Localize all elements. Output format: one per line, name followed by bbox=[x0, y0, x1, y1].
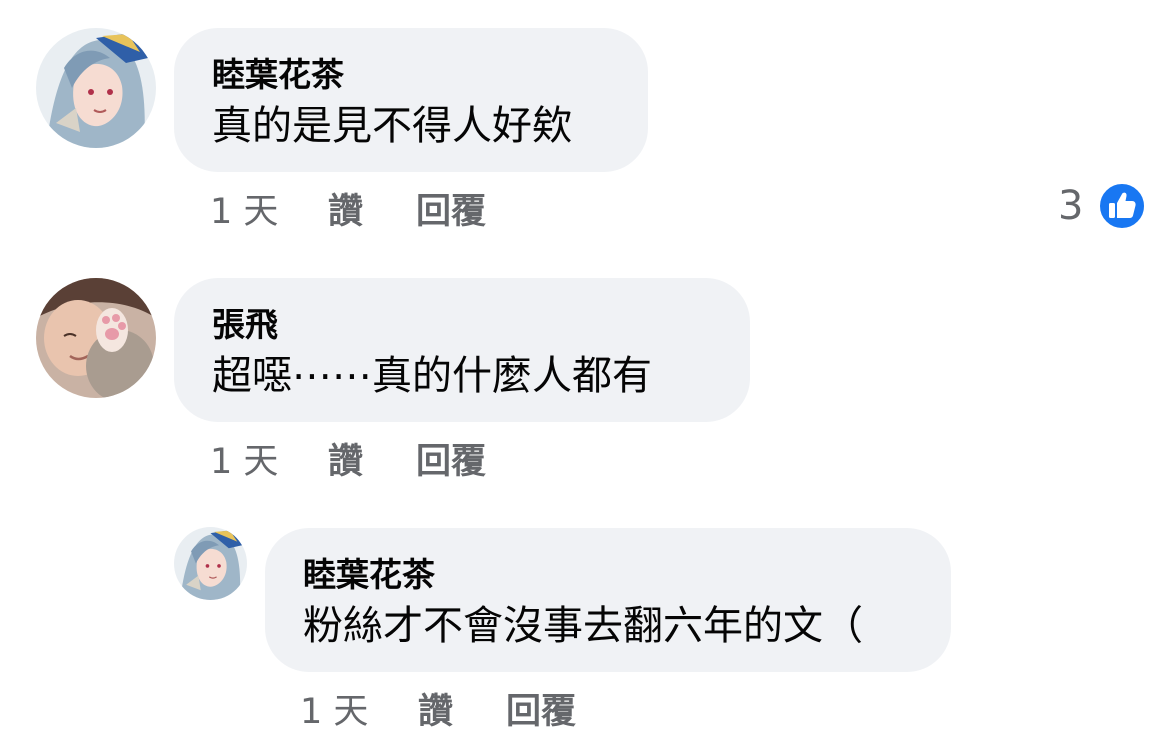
reply-button[interactable]: 回覆 bbox=[416, 442, 486, 482]
avatar-image bbox=[36, 278, 156, 398]
comment-author[interactable]: 睦葉花茶 bbox=[212, 55, 344, 95]
like-button[interactable]: 讚 bbox=[418, 692, 453, 732]
reply-comment: 睦葉花茶 粉絲才不會沒事去翻六年的文（ 1 天 讚 回覆 bbox=[0, 500, 1170, 733]
comment-bubble: 睦葉花茶 粉絲才不會沒事去翻六年的文（ bbox=[265, 528, 951, 672]
avatar-image bbox=[174, 527, 247, 600]
comment-bubble: 張飛 超噁⋯⋯真的什麼人都有 bbox=[174, 278, 750, 422]
comment-text: 粉絲才不會沒事去翻六年的文（ bbox=[303, 603, 863, 649]
reply-button[interactable]: 回覆 bbox=[416, 192, 486, 232]
comment-actions: 1 天 讚 回覆 bbox=[210, 442, 610, 482]
comment-2: 張飛 超噁⋯⋯真的什麼人都有 1 天 讚 回覆 bbox=[0, 250, 1170, 500]
comment-author[interactable]: 睦葉花茶 bbox=[303, 555, 435, 595]
comment-actions: 1 天 讚 回覆 bbox=[300, 692, 700, 732]
comment-1: 睦葉花茶 真的是見不得人好欸 1 天 讚 回覆 3 bbox=[0, 0, 1170, 250]
comment-bubble: 睦葉花茶 真的是見不得人好欸 bbox=[174, 28, 648, 172]
comment-timestamp[interactable]: 1 天 bbox=[210, 192, 278, 232]
avatar[interactable] bbox=[174, 527, 247, 600]
avatar-image bbox=[36, 28, 156, 148]
comment-timestamp[interactable]: 1 天 bbox=[300, 692, 368, 732]
reply-button[interactable]: 回覆 bbox=[506, 692, 576, 732]
comment-text: 超噁⋯⋯真的什麼人都有 bbox=[212, 353, 652, 399]
like-button[interactable]: 讚 bbox=[328, 192, 363, 232]
reaction-summary[interactable]: 3 bbox=[1058, 182, 1150, 230]
reaction-count: 3 bbox=[1058, 183, 1084, 229]
comment-timestamp[interactable]: 1 天 bbox=[210, 442, 278, 482]
like-button[interactable]: 讚 bbox=[328, 442, 363, 482]
avatar[interactable] bbox=[36, 278, 156, 398]
comment-author[interactable]: 張飛 bbox=[212, 305, 278, 345]
avatar[interactable] bbox=[36, 28, 156, 148]
comment-actions: 1 天 讚 回覆 bbox=[210, 192, 610, 232]
comment-text: 真的是見不得人好欸 bbox=[212, 103, 572, 149]
like-icon bbox=[1098, 182, 1146, 230]
